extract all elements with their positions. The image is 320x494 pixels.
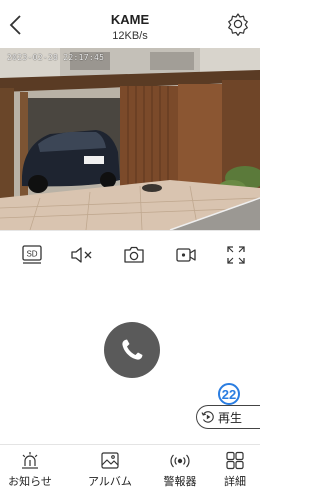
- video-timestamp: 2023-02-28 22:17:45: [7, 53, 105, 62]
- replay-icon: [201, 411, 214, 423]
- fullscreen-icon: [227, 246, 245, 264]
- video-control-toolbar: SD: [0, 230, 260, 280]
- grid-icon: [226, 451, 244, 470]
- mute-button[interactable]: [68, 241, 96, 269]
- quality-toggle[interactable]: SD: [18, 241, 46, 269]
- sd-quality-icon: SD: [22, 245, 42, 264]
- replay-label: 再生: [218, 410, 243, 425]
- record-button[interactable]: [172, 241, 200, 269]
- call-button[interactable]: [104, 322, 160, 378]
- live-video-view[interactable]: 2023-02-28 22:17:45: [0, 48, 260, 230]
- speaker-muted-icon: [71, 247, 92, 263]
- camera-feed-image: [0, 48, 260, 230]
- alarm-icon: [170, 454, 190, 468]
- fullscreen-button[interactable]: [222, 241, 250, 269]
- phone-icon: [122, 339, 143, 360]
- camera-icon: [124, 246, 144, 263]
- quality-label: SD: [26, 250, 37, 259]
- tab-label: 警報器: [163, 476, 197, 488]
- stream-speed: 12KB/s: [112, 30, 148, 42]
- snapshot-button[interactable]: [120, 241, 148, 269]
- tab-details[interactable]: 詳細: [205, 451, 265, 489]
- tab-label: アルバム: [88, 476, 132, 488]
- tab-album[interactable]: アルバム: [80, 451, 140, 489]
- bottom-tab-bar: お知らせ アルバム 警報器 詳細: [0, 444, 260, 494]
- header: KAME 12KB/s: [0, 0, 260, 48]
- tab-notifications[interactable]: お知らせ: [0, 451, 60, 489]
- album-icon: [101, 452, 119, 469]
- video-record-icon: [176, 248, 196, 262]
- event-count-badge: 22: [218, 383, 240, 405]
- replay-button[interactable]: 再生: [196, 405, 260, 429]
- settings-gear-icon[interactable]: [226, 12, 250, 36]
- tab-label: 詳細: [224, 476, 246, 488]
- camera-name: KAME: [110, 12, 150, 27]
- notification-icon: [22, 452, 38, 469]
- tab-alarm[interactable]: 警報器: [150, 451, 210, 489]
- tab-label: お知らせ: [8, 476, 52, 488]
